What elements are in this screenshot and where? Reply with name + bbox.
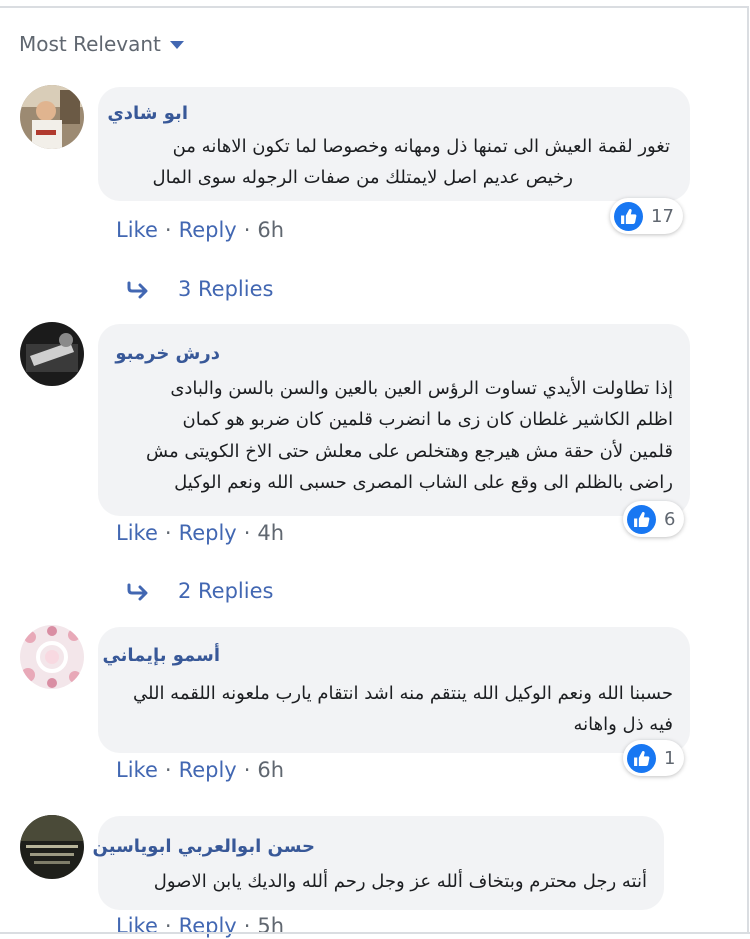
- view-replies-link[interactable]: 2 Replies: [127, 579, 273, 603]
- comment-author[interactable]: درش خرمبو: [115, 343, 220, 364]
- replies-count-label: 3 Replies: [178, 277, 274, 301]
- comment-bubble: أسمو بإيماني حسبنا الله ونعم الوكيل الله…: [98, 627, 690, 753]
- comments-panel: Most Relevant ابو شادي تغور لقمة العيش ا…: [0, 0, 750, 939]
- comment-text-line: تغور لقمة العيش الى تمنها ذل ومهانه وخصو…: [172, 136, 670, 157]
- separator-dot: ·: [164, 758, 172, 782]
- separator-dot: ·: [243, 758, 251, 782]
- separator-dot: ·: [243, 521, 251, 545]
- comment-bubble: درش خرمبو إذا تطاولت الأيدي تساوت الرؤس …: [98, 324, 690, 516]
- reply-arrow-icon: [127, 279, 151, 299]
- separator-dot: ·: [164, 521, 172, 545]
- comment-author[interactable]: حسن ابوالعربي ابوياسين: [93, 836, 315, 857]
- caret-down-icon: [169, 41, 184, 49]
- replies-count-label: 2 Replies: [178, 579, 274, 603]
- reply-button[interactable]: Reply: [179, 914, 237, 938]
- reply-button[interactable]: Reply: [179, 218, 237, 242]
- like-button[interactable]: Like: [116, 914, 158, 938]
- comment-text-line: إذا تطاولت الأيدي تساوت الرؤس العين بالع…: [170, 378, 673, 399]
- comment-text-line: فيه ذل واهانه: [573, 714, 673, 735]
- comment-author[interactable]: ابو شادي: [107, 103, 188, 124]
- reaction-summary[interactable]: 6: [623, 501, 685, 537]
- separator-dot: ·: [164, 914, 172, 938]
- comment-author[interactable]: أسمو بإيماني: [102, 645, 220, 666]
- reaction-count: 17: [651, 205, 674, 227]
- thumbs-up-icon: [614, 201, 643, 231]
- comment-text-line: قلمين لأن حقة مش هيرجع وهتخلص على معلش ح…: [146, 441, 673, 462]
- comment-text-line: أنته رجل محترم وبتخاف ألله عز وجل رحم أل…: [153, 871, 647, 892]
- avatar[interactable]: [20, 625, 84, 689]
- reaction-summary[interactable]: 1: [623, 740, 685, 776]
- reaction-summary[interactable]: 17: [610, 198, 683, 234]
- reply-button[interactable]: Reply: [179, 758, 237, 782]
- sort-label: Most Relevant: [19, 32, 161, 56]
- comment-text-line: راضى بالظلم الى وقع على الشاب المصرى حسب…: [174, 472, 673, 493]
- comment-text-line: رخيص عديم اصل لايمتلك من صفات الرجوله سو…: [152, 167, 573, 188]
- reaction-count: 1: [664, 747, 676, 769]
- like-button[interactable]: Like: [116, 521, 158, 545]
- avatar[interactable]: [20, 85, 84, 149]
- comment-text-line: اظلم الكاشير غلطان كان زى ما انضرب قلمين…: [182, 409, 673, 430]
- thumbs-up-icon: [627, 743, 656, 773]
- separator-dot: ·: [243, 914, 251, 938]
- sort-dropdown[interactable]: Most Relevant: [19, 31, 184, 57]
- separator-dot: ·: [243, 218, 251, 242]
- top-divider: [0, 6, 748, 8]
- view-replies-link[interactable]: 3 Replies: [127, 277, 273, 301]
- bottom-divider: [0, 932, 750, 934]
- comment-actions: Like · Reply · 4h: [116, 521, 284, 545]
- timestamp[interactable]: 6h: [257, 758, 284, 782]
- comment-bubble: ابو شادي تغور لقمة العيش الى تمنها ذل وم…: [98, 87, 690, 201]
- comment-actions: Like · Reply · 6h: [116, 218, 284, 242]
- reaction-count: 6: [664, 508, 676, 530]
- comment-actions: Like · Reply · 6h: [116, 758, 284, 782]
- separator-dot: ·: [164, 218, 172, 242]
- avatar[interactable]: [20, 322, 84, 386]
- like-button[interactable]: Like: [116, 758, 158, 782]
- comment-bubble: حسن ابوالعربي ابوياسين أنته رجل محترم وب…: [93, 816, 664, 910]
- like-button[interactable]: Like: [116, 218, 158, 242]
- avatar[interactable]: [20, 815, 84, 879]
- right-border: [747, 6, 749, 932]
- comment-actions: Like · Reply · 5h: [116, 914, 284, 938]
- timestamp[interactable]: 4h: [257, 521, 284, 545]
- timestamp[interactable]: 6h: [257, 218, 284, 242]
- timestamp[interactable]: 5h: [257, 914, 284, 938]
- comment-text-line: حسبنا الله ونعم الوكيل الله ينتقم منه اش…: [133, 683, 673, 704]
- thumbs-up-icon: [627, 504, 656, 534]
- reply-button[interactable]: Reply: [179, 521, 237, 545]
- reply-arrow-icon: [127, 581, 151, 601]
